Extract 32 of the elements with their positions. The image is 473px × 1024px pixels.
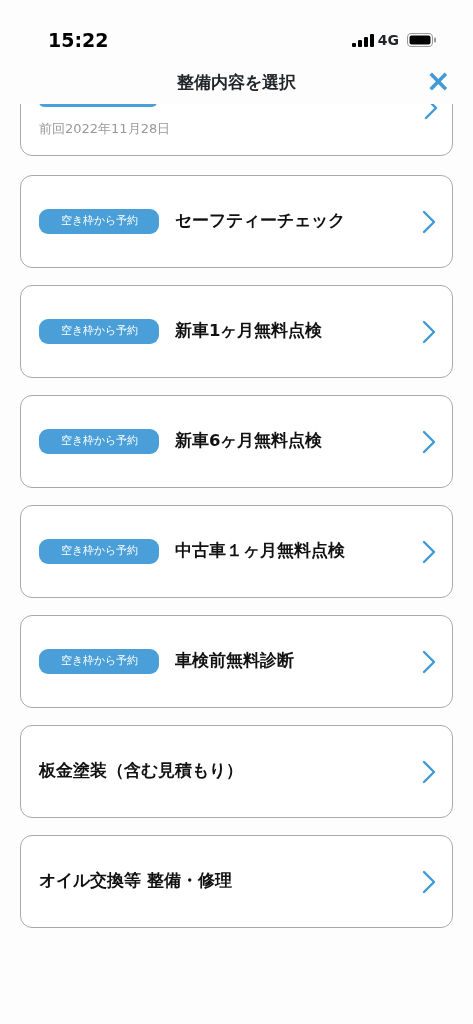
network-label: 4G (377, 30, 399, 50)
slot-reservation-tag: 空き枠から予約 (39, 539, 159, 564)
chevron-right-icon (422, 319, 436, 344)
service-title: 板金塗装（含む見積もり） (39, 760, 244, 783)
chevron-right-icon (422, 649, 436, 674)
service-title: 新車1ヶ月無料点検 (175, 320, 324, 343)
signal-icon (351, 33, 374, 47)
slot-reservation-tag: 空き枠から予約 (39, 319, 159, 344)
slot-reservation-tag: 空き枠から予約 (39, 429, 159, 454)
service-title: セーフティーチェック (175, 210, 346, 233)
service-title: オイル交換等 整備・修理 (39, 870, 233, 893)
service-card[interactable]: 板金塗装（含む見積もり） (20, 725, 453, 818)
service-card[interactable]: オイル交換等 整備・修理 (20, 835, 453, 928)
chevron-right-icon (422, 759, 436, 784)
chevron-right-icon (422, 869, 436, 894)
service-card[interactable]: 空き枠から予約 中古車１ヶ月無料点検 (20, 505, 453, 598)
service-title: 中古車１ヶ月無料点検 (175, 540, 346, 563)
service-title: 車検前無料診断 (175, 650, 295, 673)
service-card[interactable]: 空き枠から予約 新車1ヶ月無料点検 (20, 285, 453, 378)
service-card[interactable]: 空き枠から予約 セーフティーチェック (20, 175, 453, 268)
chevron-right-icon (422, 539, 436, 564)
slot-reservation-tag: 空き枠から予約 (39, 209, 159, 234)
last-visit-date: 前回2022年11月28日 (39, 120, 171, 138)
battery-icon (407, 33, 437, 47)
service-card[interactable]: 空き枠から予約 新車6ヶ月無料点検 (20, 395, 453, 488)
slot-reservation-tag: 空き枠から予約 (39, 649, 159, 674)
screen-title: 整備内容を選択 (177, 71, 296, 95)
status-time: 15:22 (48, 27, 109, 53)
chevron-right-icon (422, 429, 436, 454)
service-title: 新車6ヶ月無料点検 (175, 430, 324, 453)
chevron-right-icon (422, 209, 436, 234)
service-card[interactable]: 空き枠から予約 車検前無料診断 (20, 615, 453, 708)
